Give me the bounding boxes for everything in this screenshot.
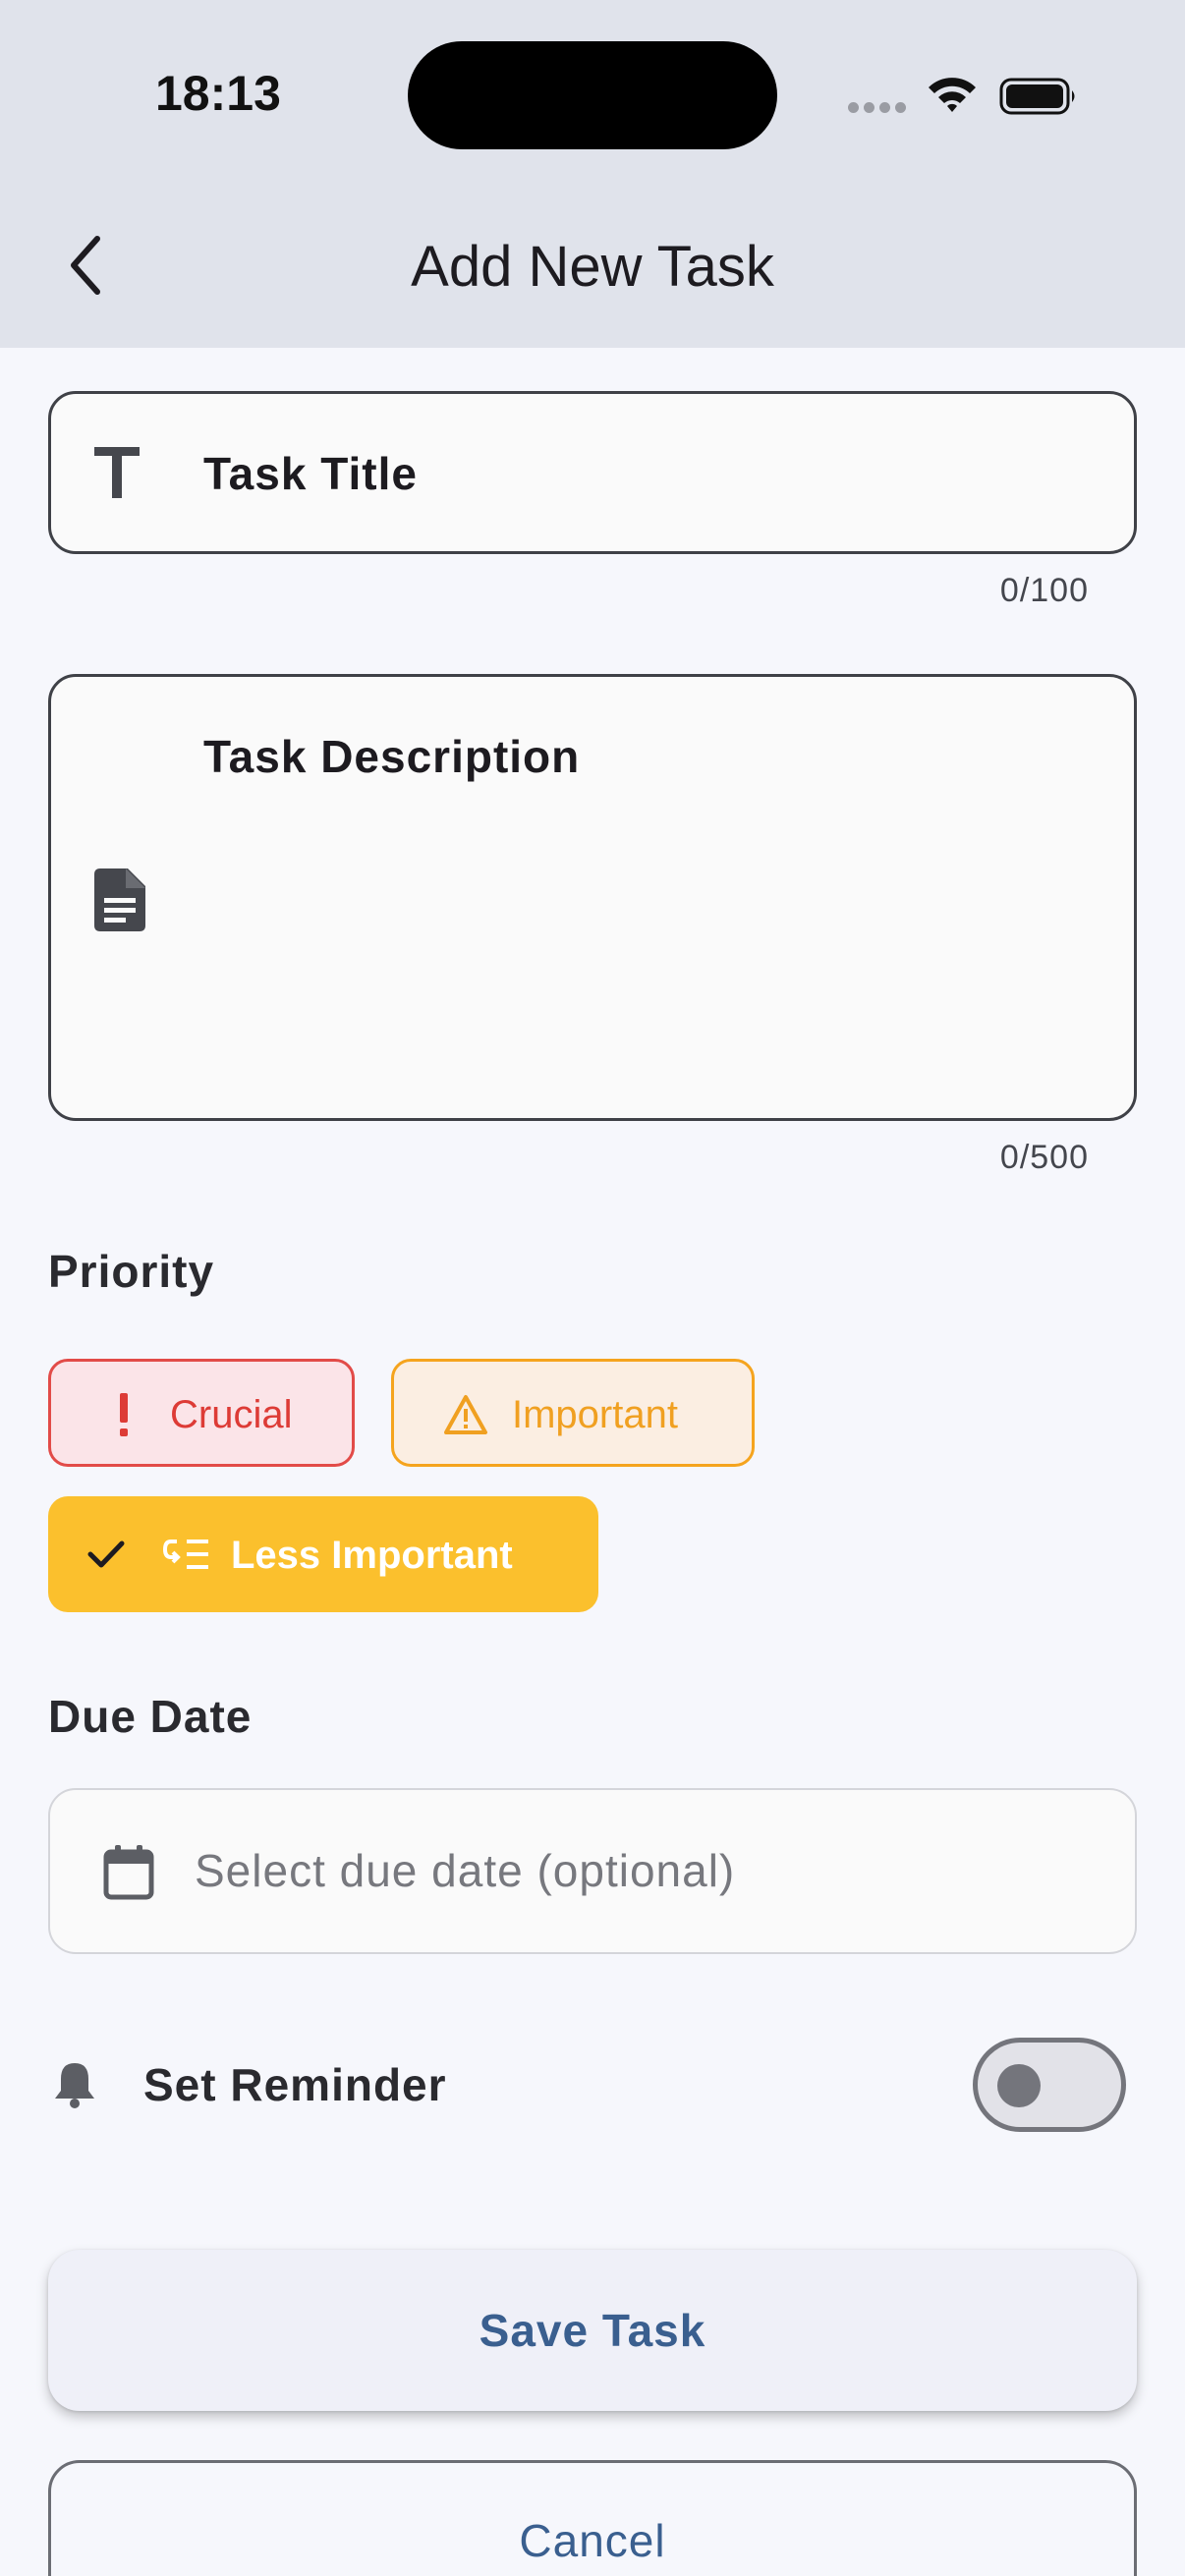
- task-description-label: Task Description: [203, 731, 581, 782]
- exclamation-icon: [120, 1393, 128, 1436]
- wifi-icon: [929, 78, 976, 112]
- task-title-input[interactable]: Task Title: [48, 391, 1137, 554]
- reminder-toggle[interactable]: [973, 2038, 1126, 2132]
- title-char-counter: 0/100: [999, 572, 1089, 609]
- check-icon: [87, 1540, 125, 1568]
- priority-label: Priority: [48, 1246, 215, 1297]
- warning-triangle-icon: [444, 1395, 487, 1434]
- cancel-button[interactable]: Cancel: [48, 2460, 1137, 2576]
- status-time: 18:13: [155, 66, 281, 121]
- priority-chip-important[interactable]: Important: [391, 1359, 755, 1467]
- chip-label-important: Important: [512, 1393, 678, 1436]
- due-date-label: Due Date: [48, 1691, 253, 1742]
- document-icon: [94, 868, 145, 931]
- set-reminder-label: Set Reminder: [143, 2059, 447, 2110]
- chip-label-less-important: Less Important: [231, 1534, 513, 1577]
- chip-label-crucial: Crucial: [170, 1393, 293, 1436]
- status-bar: 18:13: [0, 0, 1185, 187]
- priority-chip-crucial[interactable]: Crucial: [48, 1359, 355, 1467]
- low-priority-icon: [163, 1540, 208, 1569]
- calendar-icon: [103, 1845, 154, 1900]
- due-date-picker[interactable]: Select due date (optional): [48, 1788, 1137, 1954]
- description-char-counter: 0/500: [999, 1139, 1089, 1176]
- toggle-knob: [997, 2064, 1041, 2107]
- priority-chip-less-important[interactable]: Less Important: [48, 1496, 598, 1612]
- battery-icon: [999, 78, 1075, 115]
- save-task-button[interactable]: Save Task: [48, 2250, 1137, 2411]
- task-description-input[interactable]: Task Description: [48, 674, 1137, 1121]
- page-title: Add New Task: [411, 235, 774, 299]
- text-t-icon: [94, 447, 140, 498]
- bell-icon: [55, 2063, 94, 2108]
- dynamic-island: [408, 41, 777, 149]
- due-date-placeholder: Select due date (optional): [195, 1845, 736, 1896]
- task-title-label: Task Title: [203, 448, 418, 499]
